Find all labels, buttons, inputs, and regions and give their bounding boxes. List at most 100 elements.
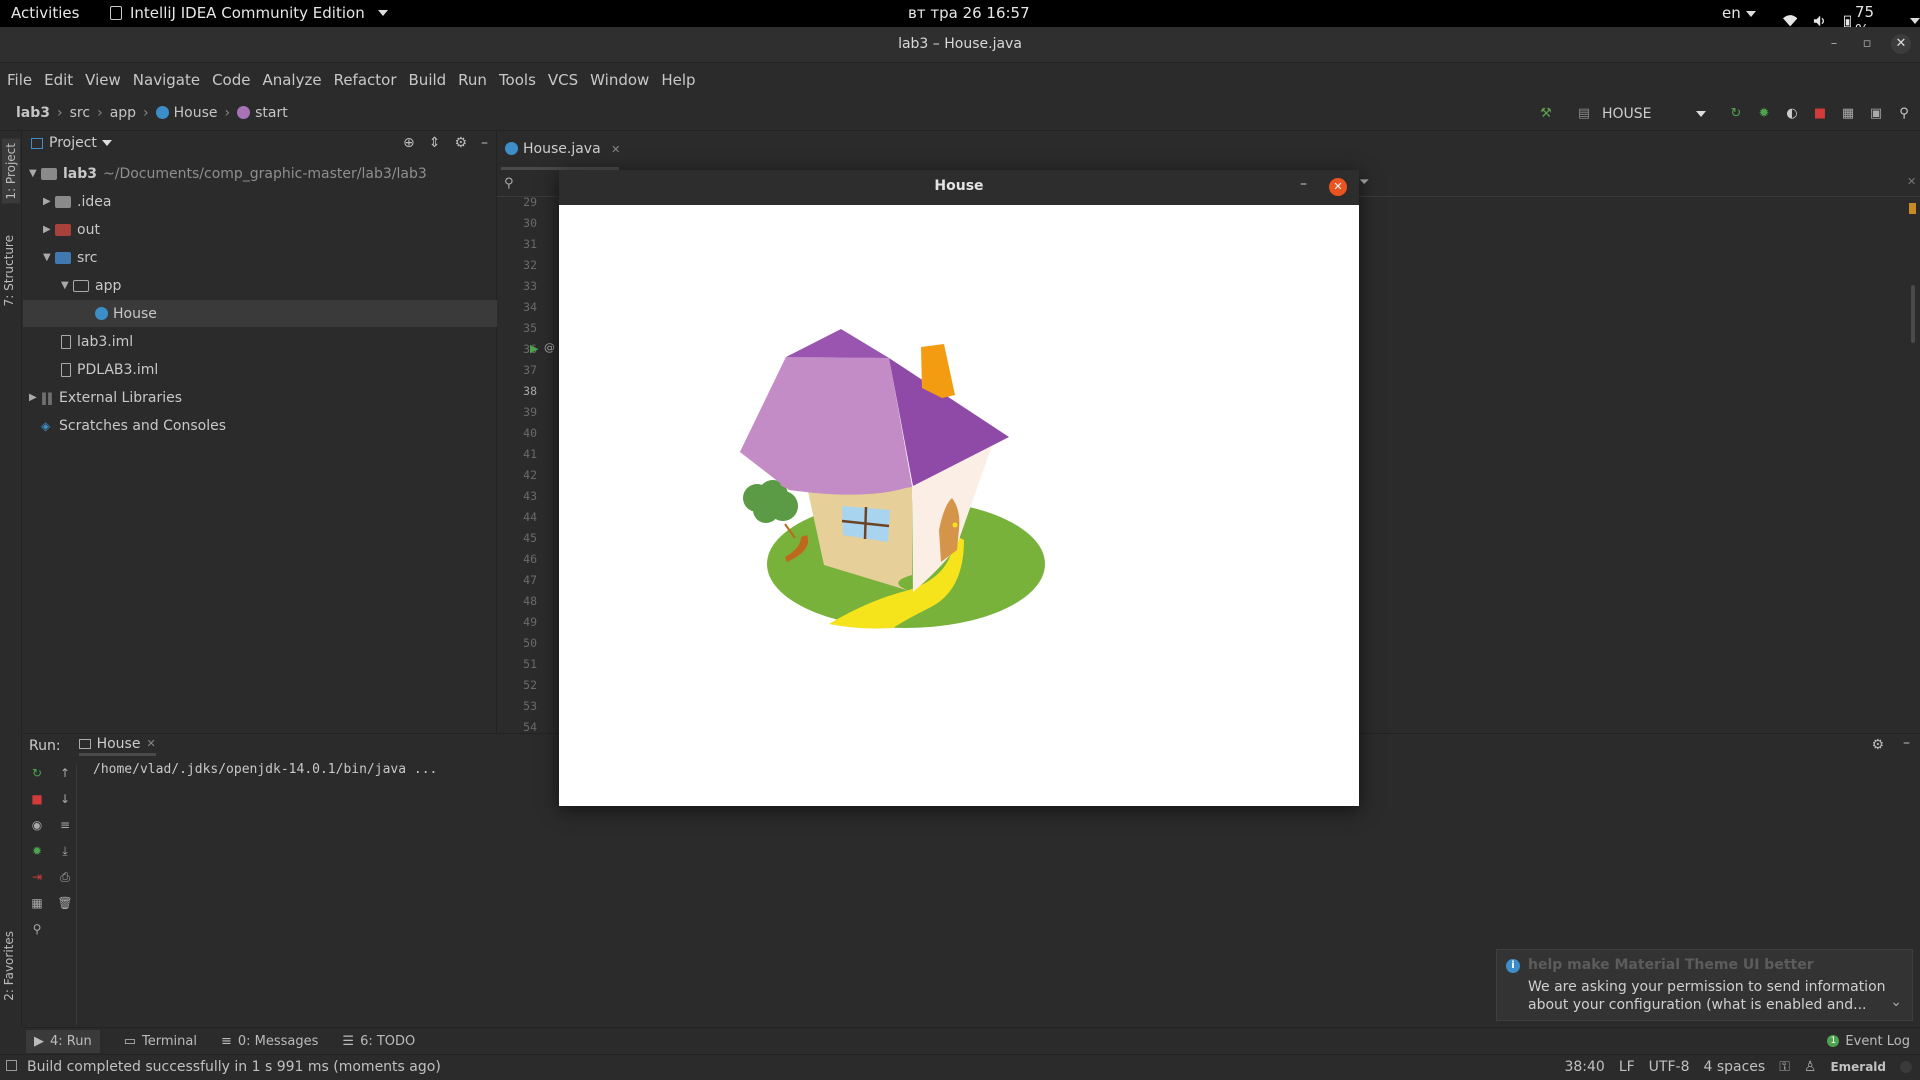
- activities-button[interactable]: Activities: [11, 4, 79, 22]
- tab-structure[interactable]: 7: Structure: [2, 235, 16, 306]
- menu-navigate[interactable]: Navigate: [133, 71, 200, 89]
- menu-window[interactable]: Window: [590, 71, 649, 89]
- status-message[interactable]: Build completed successfully in 1 s 991 …: [27, 1059, 441, 1075]
- layout-icon[interactable]: ▦: [29, 895, 45, 911]
- clock[interactable]: вт тра 26 16:57: [908, 4, 1030, 22]
- breadcrumb-app[interactable]: app: [110, 105, 136, 121]
- inspector-icon[interactable]: ♙: [1804, 1059, 1817, 1075]
- soft-wrap-icon[interactable]: ≡: [57, 817, 73, 833]
- status-toggle-icon[interactable]: [6, 1060, 17, 1071]
- breadcrumb-project[interactable]: lab3: [16, 105, 50, 121]
- chevron-down-icon[interactable]: [101, 140, 112, 146]
- menu-file[interactable]: File: [7, 71, 32, 89]
- tab-terminal[interactable]: ▭ Terminal: [124, 1034, 197, 1049]
- line-separator[interactable]: LF: [1619, 1059, 1635, 1075]
- tree-item-house[interactable]: House: [23, 300, 497, 327]
- tree-item-external-libraries[interactable]: ▶ ‖‖ External Libraries: [23, 384, 497, 411]
- debug-icon[interactable]: ✹: [29, 843, 45, 859]
- search-icon[interactable]: ⚲: [1896, 106, 1912, 122]
- exit-icon[interactable]: ⇥: [29, 869, 45, 885]
- file-encoding[interactable]: UTF-8: [1649, 1059, 1690, 1075]
- project-structure-icon[interactable]: ▦: [1840, 106, 1856, 122]
- close-window-icon[interactable]: ✕: [1891, 34, 1911, 54]
- close-tab-icon[interactable]: ✕: [611, 143, 620, 156]
- tab-project[interactable]: 1: Project: [2, 139, 20, 204]
- tab-favorites[interactable]: 2: Favorites: [2, 931, 16, 1001]
- tree-item-idea[interactable]: ▶ .idea: [23, 188, 497, 215]
- camera-icon[interactable]: ◉: [29, 817, 45, 833]
- menu-refactor[interactable]: Refactor: [334, 71, 397, 89]
- warning-marker[interactable]: [1909, 203, 1916, 214]
- collapse-icon[interactable]: ⇕: [429, 135, 441, 151]
- hide-panel-icon[interactable]: –: [481, 135, 488, 151]
- tab-messages[interactable]: ≡ 0: Messages: [221, 1034, 318, 1049]
- arrow-up-icon[interactable]: ↑: [57, 765, 73, 781]
- breadcrumb-src[interactable]: src: [70, 105, 90, 121]
- stop-icon[interactable]: ■: [1812, 106, 1828, 122]
- gear-icon[interactable]: ⚙: [454, 135, 467, 151]
- memory-indicator-icon[interactable]: [1900, 1061, 1912, 1073]
- pin-icon[interactable]: ⚲: [29, 921, 45, 937]
- rerun-icon[interactable]: ↻: [1728, 106, 1744, 122]
- tree-item-root[interactable]: ▼ lab3 ~/Documents/comp_graphic-master/l…: [23, 160, 497, 187]
- breadcrumb-method[interactable]: start: [237, 105, 288, 121]
- menu-help[interactable]: Help: [661, 71, 695, 89]
- close-search-icon[interactable]: ✕: [1907, 175, 1916, 188]
- menu-view[interactable]: View: [85, 71, 121, 89]
- menu-edit[interactable]: Edit: [44, 71, 73, 89]
- search-icon[interactable]: ⚲: [504, 176, 514, 191]
- hide-panel-icon[interactable]: –: [1903, 735, 1910, 751]
- gear-icon[interactable]: ⚙: [1871, 737, 1884, 753]
- project-view-select[interactable]: Project: [49, 135, 97, 151]
- override-gutter-icon[interactable]: @: [544, 341, 555, 354]
- menu-tools[interactable]: Tools: [499, 71, 536, 89]
- tree-item-pdlab3-iml[interactable]: PDLAB3.iml: [23, 356, 497, 383]
- menu-analyze[interactable]: Analyze: [262, 71, 321, 89]
- notification-balloon[interactable]: i help make Material Theme UI better We …: [1496, 949, 1913, 1021]
- arrow-down-icon[interactable]: ↓: [57, 791, 73, 807]
- run-configuration-select[interactable]: ▤ HOUSE: [1566, 106, 1716, 122]
- tree-item-app[interactable]: ▼ app: [23, 272, 497, 299]
- house-app-window[interactable]: House – ✕: [559, 170, 1359, 806]
- stop-icon[interactable]: ■: [29, 791, 45, 807]
- trash-icon[interactable]: 🗑: [57, 895, 73, 911]
- tab-todo[interactable]: ☰ 6: TODO: [342, 1034, 415, 1049]
- hammer-icon[interactable]: ⚒: [1538, 106, 1554, 122]
- minimize-icon[interactable]: –: [1824, 34, 1844, 54]
- scroll-to-end-icon[interactable]: ⤓: [57, 843, 73, 859]
- close-icon[interactable]: ✕: [1329, 178, 1347, 196]
- menu-code[interactable]: Code: [212, 71, 250, 89]
- lock-icon[interactable]: ⚿: [1779, 1059, 1790, 1075]
- minimize-icon[interactable]: –: [1300, 176, 1307, 192]
- menu-build[interactable]: Build: [409, 71, 447, 89]
- debug-icon[interactable]: ✹: [1756, 106, 1772, 122]
- print-icon[interactable]: ⎙: [57, 869, 73, 885]
- maximize-icon[interactable]: ▫: [1857, 34, 1877, 54]
- breadcrumb-class[interactable]: House: [155, 105, 218, 121]
- tree-item-lab3-iml[interactable]: lab3.iml: [23, 328, 497, 355]
- tab-house-java[interactable]: House.java ✕: [501, 141, 620, 170]
- tree-item-scratches[interactable]: ◈ Scratches and Consoles: [23, 412, 497, 439]
- locate-icon[interactable]: ⊕: [403, 135, 415, 151]
- editor-scrollbar[interactable]: [1911, 285, 1915, 343]
- run-gutter-icon[interactable]: ▶: [530, 342, 538, 355]
- app-menu[interactable]: IntelliJ IDEA Community Edition: [110, 4, 388, 22]
- caret-position[interactable]: 38:40: [1564, 1059, 1604, 1075]
- tree-item-src[interactable]: ▼ src: [23, 244, 497, 271]
- theme-indicator[interactable]: Emerald: [1830, 1060, 1886, 1074]
- language-indicator[interactable]: en: [1722, 4, 1756, 22]
- console-output[interactable]: /home/vlad/.jdks/openjdk-14.0.1/bin/java…: [93, 762, 437, 777]
- chevron-down-icon[interactable]: ⌄: [1890, 994, 1902, 1010]
- menu-vcs[interactable]: VCS: [548, 71, 578, 89]
- menu-run[interactable]: Run: [458, 71, 487, 89]
- close-tab-icon[interactable]: ✕: [146, 737, 155, 750]
- tab-run[interactable]: ▶ 4: Run: [26, 1029, 100, 1053]
- run-tab-house[interactable]: House ✕: [78, 736, 156, 756]
- tree-item-out[interactable]: ▶ out: [23, 216, 497, 243]
- tab-event-log[interactable]: 1 Event Log: [1827, 1034, 1910, 1049]
- rerun-icon[interactable]: ↻: [29, 765, 45, 781]
- indent-setting[interactable]: 4 spaces: [1703, 1059, 1765, 1075]
- window-layout-icon[interactable]: ▣: [1868, 106, 1884, 122]
- filter-icon[interactable]: ⏷: [1359, 175, 1369, 190]
- coverage-icon[interactable]: ◐: [1784, 106, 1800, 122]
